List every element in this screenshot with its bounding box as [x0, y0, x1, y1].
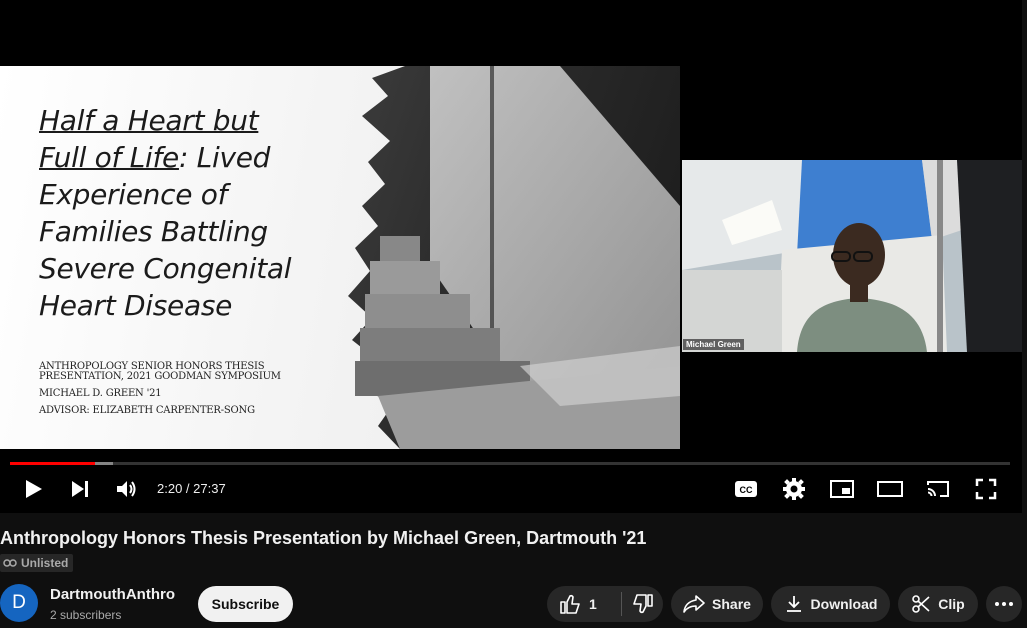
avatar-letter: D: [12, 592, 26, 613]
like-dislike-group: 1: [547, 586, 663, 622]
clip-label: Clip: [938, 596, 965, 612]
cast-icon: [927, 481, 949, 497]
play-icon: [26, 480, 42, 498]
slide-title-underlined: Full of Life: [39, 141, 179, 174]
slide-meta-author: MICHAEL D. GREEN '21: [39, 388, 162, 399]
webcam-feed: Michael Green: [682, 160, 1022, 352]
video-player[interactable]: Half a Heart but Full of Life: Lived Exp…: [0, 0, 1022, 513]
like-count: 1: [589, 596, 597, 612]
settings-icon: [783, 478, 805, 500]
slide-meta-advisor: ADVISOR: ELIZABETH CARPENTER-SONG: [39, 405, 255, 416]
miniplayer-icon: [830, 480, 854, 498]
slide-title-line-6: Heart Disease: [39, 289, 233, 322]
volume-icon: [117, 481, 136, 497]
theater-icon: [877, 481, 903, 497]
channel-name[interactable]: DartmouthAnthro: [50, 586, 175, 603]
unlisted-badge: Unlisted: [0, 554, 74, 572]
slide-title-line-3: Experience of: [39, 178, 228, 211]
cast-button[interactable]: [924, 476, 952, 502]
more-horizontal-icon: [995, 602, 1013, 606]
webcam-image: [682, 160, 1022, 352]
share-label: Share: [712, 596, 751, 612]
dislike-button[interactable]: [622, 586, 663, 622]
fullscreen-icon: [975, 478, 997, 500]
settings-button[interactable]: [782, 476, 806, 502]
play-button[interactable]: [20, 476, 46, 502]
captions-icon: CC: [735, 481, 757, 497]
time-display: 2:20 / 27:37: [157, 481, 226, 496]
thumbs-up-icon: [560, 594, 580, 614]
video-title: Anthropology Honors Thesis Presentation …: [0, 528, 647, 548]
more-actions-button[interactable]: [986, 586, 1022, 622]
volume-button[interactable]: [114, 476, 140, 502]
next-icon: [72, 481, 88, 497]
thumbs-down-icon: [632, 594, 653, 614]
slide-title-line-5: Severe Congenital: [39, 252, 292, 285]
presentation-slide: Half a Heart but Full of Life: Lived Exp…: [0, 66, 680, 449]
slide-title: Half a Heart but Full of Life: Lived Exp…: [39, 102, 339, 324]
download-button[interactable]: Download: [771, 586, 890, 622]
miniplayer-button[interactable]: [829, 476, 855, 502]
participant-name: Michael Green: [683, 339, 744, 350]
download-label: Download: [810, 596, 878, 612]
subscriber-count: 2 subscribers: [50, 608, 122, 622]
progress-played: [10, 462, 95, 465]
svg-text:CC: CC: [740, 485, 753, 495]
clip-button[interactable]: Clip: [898, 586, 978, 622]
captions-button[interactable]: CC: [734, 476, 758, 502]
link-icon: [3, 559, 17, 567]
share-button[interactable]: Share: [671, 586, 763, 622]
download-icon: [786, 596, 801, 612]
slide-title-line-4: Families Battling: [39, 215, 268, 248]
theater-mode-button[interactable]: [876, 476, 904, 502]
unlisted-label: Unlisted: [21, 556, 69, 570]
channel-avatar[interactable]: D: [0, 584, 38, 622]
slide-title-line-1: Half a Heart but: [39, 104, 259, 137]
fullscreen-button[interactable]: [974, 476, 998, 502]
slide-meta-line-2: PRESENTATION, 2021 GOODMAN SYMPOSIUM: [39, 371, 281, 382]
subscribe-button[interactable]: Subscribe: [198, 586, 293, 622]
share-icon: [683, 595, 705, 613]
next-button[interactable]: [68, 476, 92, 502]
progress-bar[interactable]: [10, 462, 1010, 465]
scissors-icon: [912, 595, 930, 613]
like-button[interactable]: 1: [547, 586, 621, 622]
slide-title-line-2-rest: : Lived: [178, 141, 271, 174]
